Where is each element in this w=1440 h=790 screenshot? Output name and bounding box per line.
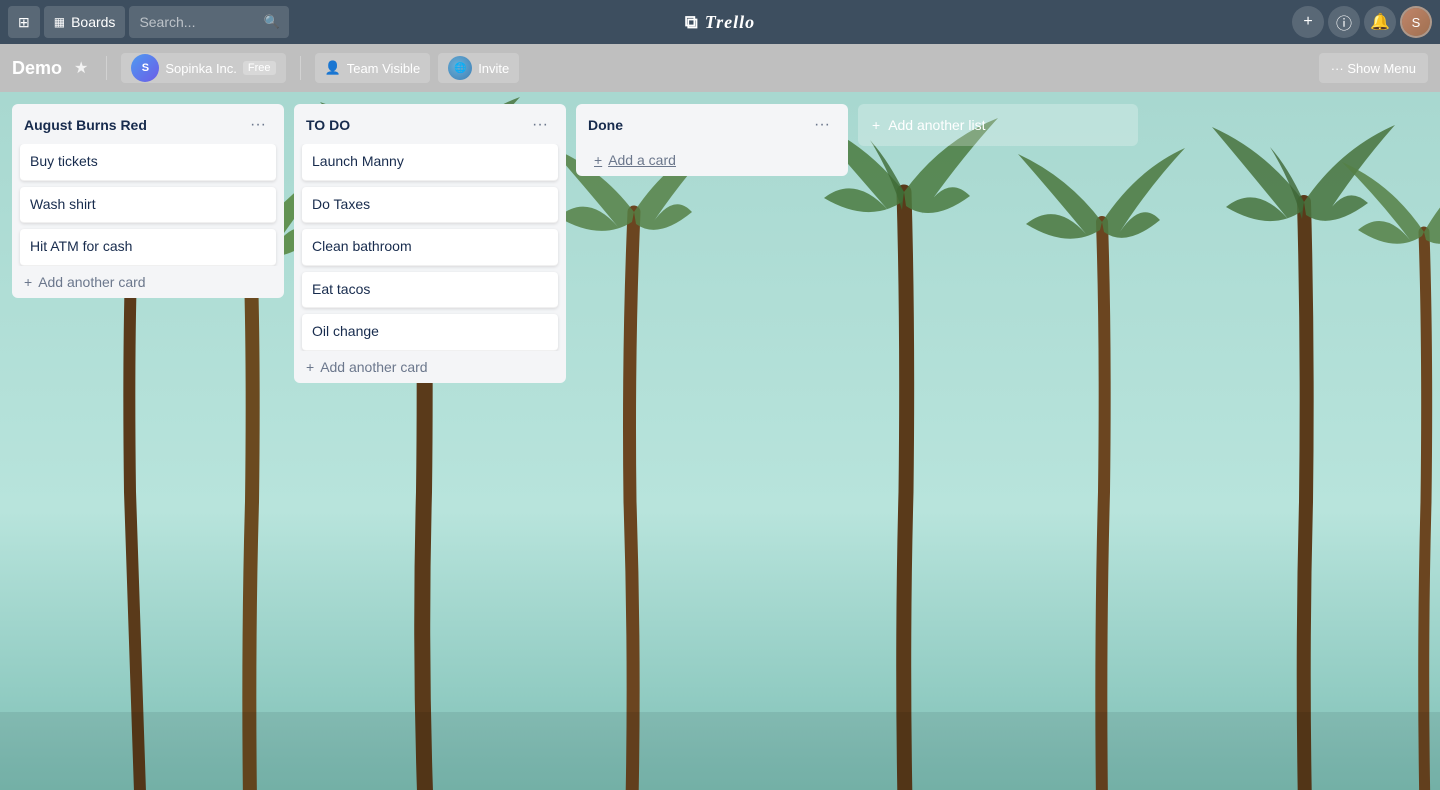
list-title-todo: TO DO: [306, 117, 526, 133]
team-icon: 👤: [325, 60, 341, 76]
home-icon: ⊞: [18, 14, 30, 31]
boards-label: Boards: [71, 14, 115, 30]
add-button[interactable]: +: [1292, 6, 1324, 38]
card-oil-change[interactable]: Oil change: [302, 314, 558, 351]
team-visible-button[interactable]: 👤 Team Visible: [315, 53, 431, 83]
logo-text: Trello: [705, 12, 755, 33]
show-menu-label: Show Menu: [1347, 61, 1416, 76]
workspace-name: Sopinka Inc.: [165, 61, 237, 76]
add-card-todo[interactable]: + Add another card: [294, 351, 566, 383]
card-launch-manny[interactable]: Launch Manny: [302, 144, 558, 181]
board-content: August Burns Red ··· Buy tickets Wash sh…: [0, 92, 1440, 790]
card-buy-tickets[interactable]: Buy tickets: [20, 144, 276, 181]
add-list-label: Add another list: [888, 117, 985, 133]
add-card-icon-todo: +: [306, 359, 314, 375]
add-list-icon: +: [872, 117, 880, 133]
workspace-avatar: S: [131, 54, 159, 82]
list-title-august: August Burns Red: [24, 117, 244, 133]
lists-area: August Burns Red ··· Buy tickets Wash sh…: [12, 104, 1428, 383]
invite-button[interactable]: 🌐 Invite: [438, 53, 519, 83]
trello-logo: ⧉ Trello: [685, 12, 755, 33]
add-card-label-august: Add another card: [38, 274, 145, 290]
board-title: Demo: [12, 58, 62, 79]
list-cards-done: + Add a card: [576, 144, 848, 176]
invite-label: Invite: [478, 61, 509, 76]
list-todo: TO DO ··· Launch Manny Do Taxes Clean ba…: [294, 104, 566, 383]
logo-icon: ⧉: [685, 12, 699, 33]
search-icon: 🔍: [263, 14, 279, 30]
list-done: Done ··· + Add a card: [576, 104, 848, 176]
list-cards-august: Buy tickets Wash shirt Hit ATM for cash: [12, 144, 284, 266]
top-navigation: ⊞ ▦ Boards 🔍 ⧉ Trello + ⓘ 🔔 S: [0, 0, 1440, 44]
divider-2: [300, 56, 301, 80]
list-title-done: Done: [588, 117, 808, 133]
card-eat-tacos[interactable]: Eat tacos: [302, 272, 558, 309]
add-icon: +: [1303, 13, 1312, 31]
list-menu-august[interactable]: ···: [244, 114, 272, 136]
card-do-taxes[interactable]: Do Taxes: [302, 187, 558, 224]
list-header-todo: TO DO ···: [294, 104, 566, 144]
add-card-label-done: Add a card: [608, 152, 676, 168]
bell-icon: 🔔: [1370, 12, 1390, 32]
list-cards-todo: Launch Manny Do Taxes Clean bathroom Eat…: [294, 144, 566, 351]
list-header-august: August Burns Red ···: [12, 104, 284, 144]
show-menu-button[interactable]: ··· Show Menu: [1319, 53, 1428, 83]
divider-1: [106, 56, 107, 80]
add-card-august[interactable]: + Add another card: [12, 266, 284, 298]
show-menu-dots: ···: [1331, 61, 1344, 76]
nav-right-actions: + ⓘ 🔔 S: [1292, 6, 1432, 38]
add-card-plus-done: +: [594, 152, 602, 168]
avatar-initials: S: [1402, 8, 1430, 36]
info-button[interactable]: ⓘ: [1328, 6, 1360, 38]
invite-avatar: 🌐: [448, 56, 472, 80]
team-visible-label: Team Visible: [347, 61, 420, 76]
card-wash-shirt[interactable]: Wash shirt: [20, 187, 276, 224]
add-card-label-todo: Add another card: [320, 359, 427, 375]
workspace-tier-badge: Free: [243, 61, 276, 75]
board-header: Demo ★ S Sopinka Inc. Free 👤 Team Visibl…: [0, 44, 1440, 92]
notification-button[interactable]: 🔔: [1364, 6, 1396, 38]
boards-button[interactable]: ▦ Boards: [44, 6, 126, 38]
add-card-icon: +: [24, 274, 32, 290]
card-hit-atm[interactable]: Hit ATM for cash: [20, 229, 276, 266]
list-august-burns-red: August Burns Red ··· Buy tickets Wash sh…: [12, 104, 284, 298]
list-menu-todo[interactable]: ···: [526, 114, 554, 136]
list-menu-done[interactable]: ···: [808, 114, 836, 136]
star-icon: ★: [74, 60, 88, 77]
card-clean-bathroom[interactable]: Clean bathroom: [302, 229, 558, 266]
info-icon: ⓘ: [1336, 10, 1352, 34]
boards-icon: ▦: [54, 15, 65, 29]
add-another-list-button[interactable]: + Add another list: [858, 104, 1138, 146]
user-avatar[interactable]: S: [1400, 6, 1432, 38]
workspace-button[interactable]: S Sopinka Inc. Free: [121, 53, 285, 83]
add-card-done[interactable]: + Add a card: [584, 144, 840, 176]
star-button[interactable]: ★: [70, 54, 92, 82]
home-button[interactable]: ⊞: [8, 6, 40, 38]
list-header-done: Done ···: [576, 104, 848, 144]
